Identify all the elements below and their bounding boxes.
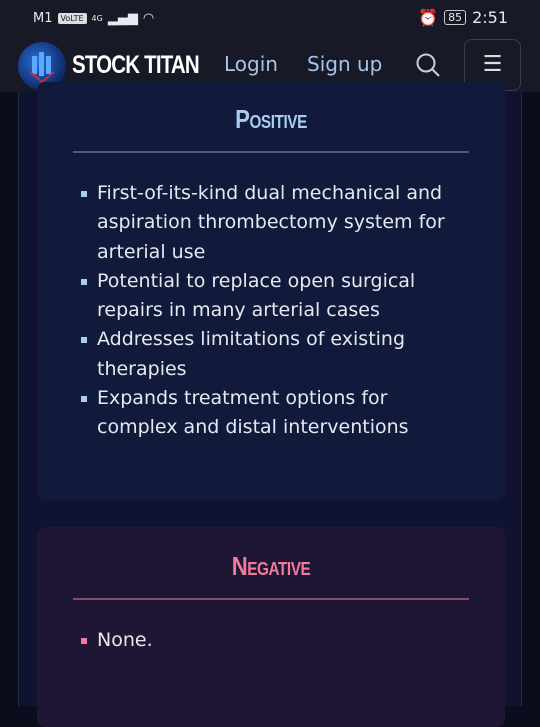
negative-card: Negative None. [37, 527, 505, 727]
network-type: 4G [91, 14, 103, 23]
list-item: First-of-its-kind dual mechanical and as… [79, 179, 469, 267]
wifi-icon: ◠ [142, 11, 155, 26]
status-bar: M1 VoLTE 4G ▂▄▆ ◠ ⏰ 85 2:51 [0, 0, 540, 38]
positive-title: Positive [235, 104, 307, 134]
search-icon[interactable] [415, 52, 441, 78]
list-item: Potential to replace open surgical repai… [79, 267, 469, 326]
negative-title: Negative [231, 551, 311, 581]
list-item: Addresses limitations of existing therap… [79, 325, 469, 384]
clock: 2:51 [472, 8, 508, 27]
brand-name[interactable]: STOCK TITAN [72, 51, 200, 80]
positive-card: Positive First-of-its-kind dual mechanic… [37, 82, 505, 500]
alarm-icon: ⏰ [418, 8, 439, 27]
battery-icon: 85 [444, 10, 467, 25]
list-item: None. [79, 626, 469, 655]
list-item: Expands treatment options for complex an… [79, 384, 469, 443]
divider [73, 598, 469, 600]
login-link[interactable]: Login [224, 52, 278, 76]
signal-icon: ▂▄▆ [107, 11, 138, 26]
volte-badge: VoLTE [57, 13, 87, 24]
divider [73, 151, 469, 153]
signup-link[interactable]: Sign up [307, 52, 382, 76]
sentiment-panel: Positive First-of-its-kind dual mechanic… [18, 82, 522, 727]
negative-list: None. [79, 626, 469, 655]
positive-list: First-of-its-kind dual mechanical and as… [79, 179, 469, 443]
carrier: M1 [33, 11, 53, 26]
